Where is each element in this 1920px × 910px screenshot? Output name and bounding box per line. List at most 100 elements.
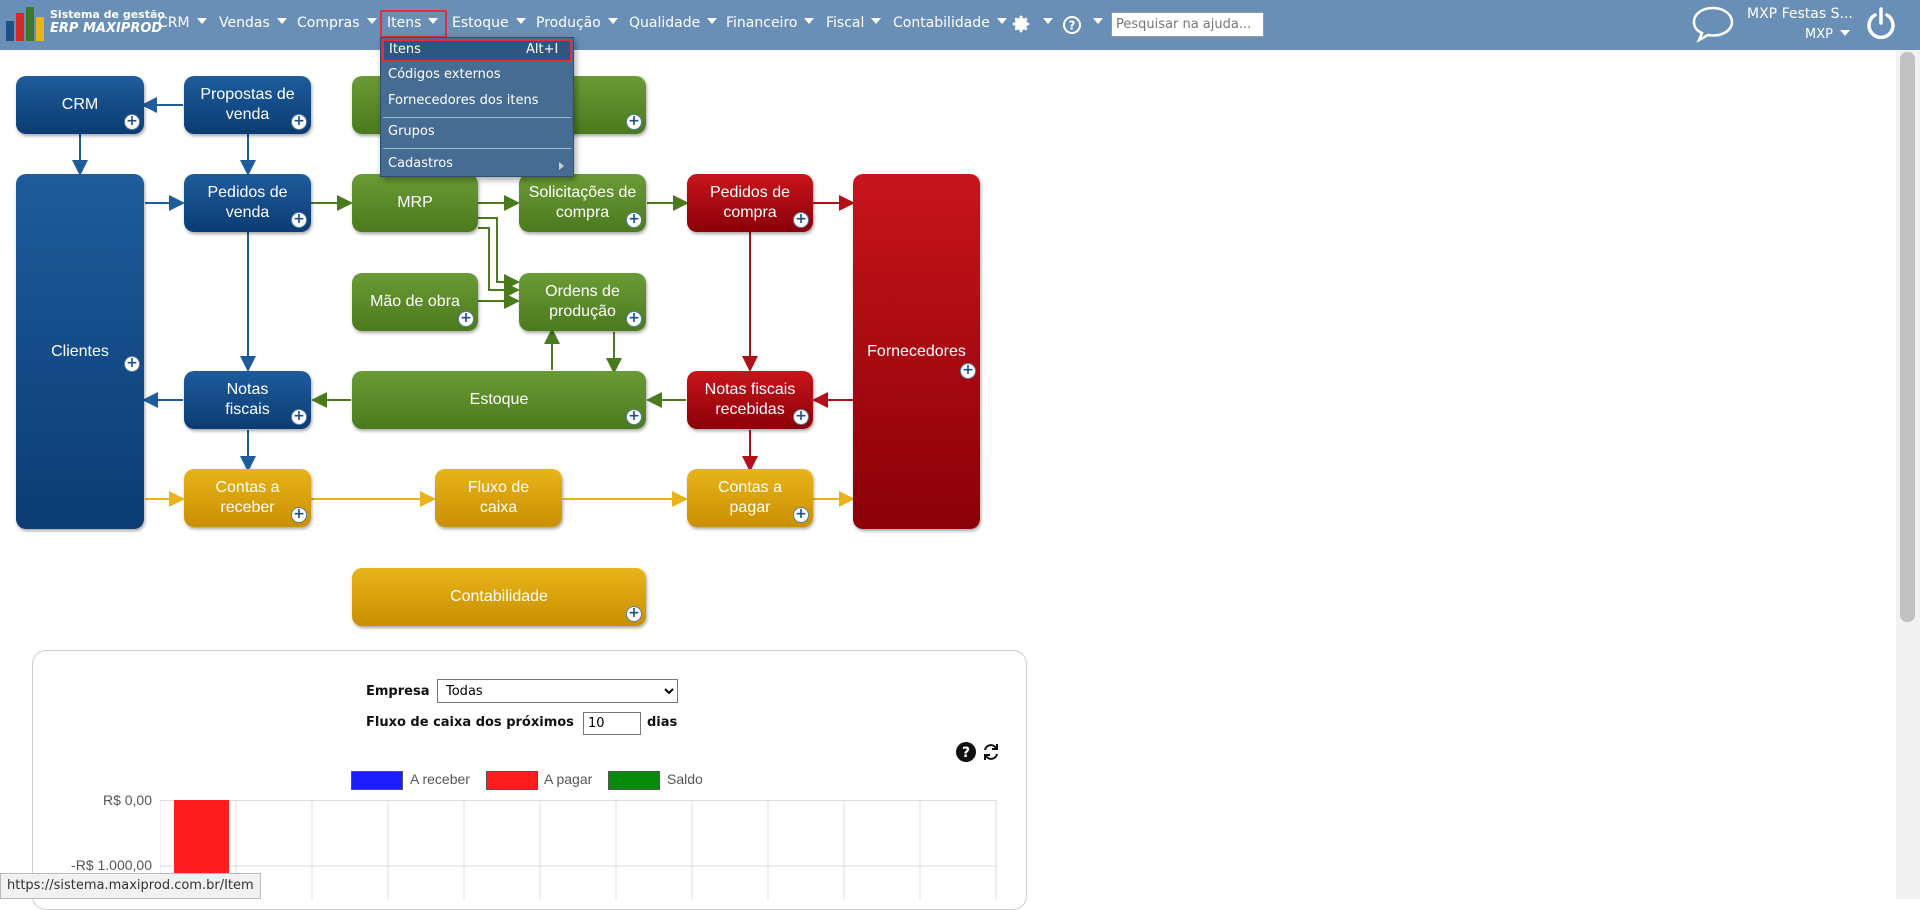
add-icon[interactable]: +	[291, 409, 307, 425]
flow-node-mrp[interactable]: MRP	[352, 174, 478, 232]
gear-icon[interactable]	[1010, 13, 1032, 35]
menu-compras[interactable]: Compras	[297, 15, 377, 31]
chevron-down-icon	[996, 18, 1007, 24]
add-icon[interactable]: +	[960, 363, 976, 379]
menu-vendas[interactable]: Vendas	[219, 15, 287, 31]
add-icon[interactable]: +	[793, 507, 809, 523]
chat-icon[interactable]	[1690, 4, 1736, 44]
dropdown-item-cadastros[interactable]: Cadastros	[388, 156, 453, 171]
settings-menu-caret[interactable]	[1036, 15, 1053, 31]
flow-node-pedidos-venda[interactable]: Pedidos de venda +	[184, 174, 311, 232]
menu-producao[interactable]: Produção	[536, 15, 618, 31]
flow-node-solicitacoes[interactable]: Solicitações de compra +	[519, 174, 646, 232]
dropdown-item-itens[interactable]: Itens Alt+I	[382, 39, 572, 62]
flow-node-ordens[interactable]: Ordens de produção +	[519, 273, 646, 331]
flow-node-label: Propostas de venda	[200, 86, 295, 123]
dropdown-separator	[383, 117, 571, 118]
flow-node-contas-receber[interactable]: Contas a receber +	[184, 469, 311, 527]
chevron-down-icon	[707, 18, 718, 24]
chevron-down-icon	[276, 18, 287, 24]
logo-subtitle: Sistema de gestão	[50, 8, 165, 21]
add-icon[interactable]: +	[626, 114, 642, 130]
flow-node-contas-pagar[interactable]: Contas a pagar +	[687, 469, 813, 527]
flow-node-label: Solicitações de compra	[528, 184, 637, 221]
add-icon[interactable]: +	[793, 409, 809, 425]
menu-estoque[interactable]: Estoque	[452, 15, 526, 31]
dropdown-item-label: Itens	[389, 42, 421, 57]
add-icon[interactable]: +	[291, 114, 307, 130]
logo-title: ERP MAXIPROD	[50, 21, 163, 36]
add-icon[interactable]: +	[458, 311, 474, 327]
flow-node-notas-fiscais[interactable]: Notas fiscais +	[184, 371, 311, 429]
flow-node-fornecedores[interactable]: Fornecedores +	[853, 174, 980, 529]
top-navigation-bar: Sistema de gestão ERP MAXIPROD CRM Venda…	[0, 0, 1920, 50]
menu-financeiro[interactable]: Financeiro	[726, 15, 815, 31]
flow-node-fluxo-caixa[interactable]: Fluxo de caixa	[435, 469, 562, 527]
fluxo-label: Fluxo de caixa dos próximos	[366, 715, 574, 730]
dias-label: dias	[647, 715, 678, 730]
help-icon[interactable]: ?	[955, 741, 977, 763]
flow-node-label: Notas fiscais	[225, 381, 270, 418]
legend-label-saldo: Saldo	[667, 771, 703, 787]
add-icon[interactable]: +	[626, 606, 642, 622]
flow-node-crm[interactable]: CRM +	[16, 76, 144, 134]
add-icon[interactable]: +	[793, 212, 809, 228]
y-tick-label: R$ 0,00	[102, 792, 152, 808]
flow-node-label: Contabilidade	[450, 588, 548, 605]
company-selector[interactable]: MXP	[1805, 27, 1850, 42]
flow-node-contabilidade[interactable]: Contabilidade +	[352, 568, 646, 626]
chevron-right-icon	[559, 162, 564, 170]
chevron-down-icon	[366, 18, 377, 24]
flow-node-label: Pedidos de compra	[709, 184, 791, 221]
flow-node-notas-recebidas[interactable]: Notas fiscais recebidas +	[687, 371, 813, 429]
flow-node-label: Contas a pagar	[717, 479, 783, 516]
add-icon[interactable]: +	[626, 212, 642, 228]
add-icon[interactable]: +	[124, 114, 140, 130]
dropdown-item-grupos[interactable]: Grupos	[388, 124, 435, 139]
user-name[interactable]: MXP Festas S...	[1747, 6, 1853, 22]
dropdown-item-fornecedores-itens[interactable]: Fornecedores dos itens	[388, 93, 538, 108]
add-icon[interactable]: +	[626, 409, 642, 425]
flow-node-label: Estoque	[469, 391, 529, 408]
chevron-down-icon	[428, 18, 439, 24]
menu-itens[interactable]: Itens	[387, 15, 439, 31]
flow-node-label: Pedidos de venda	[207, 184, 288, 221]
add-icon[interactable]: +	[124, 356, 140, 372]
add-icon[interactable]: +	[626, 311, 642, 327]
scrollbar-thumb[interactable]	[1900, 52, 1915, 622]
flow-node-propostas[interactable]: Propostas de venda +	[184, 76, 311, 134]
chevron-down-icon	[196, 18, 207, 24]
dropdown-separator	[383, 148, 571, 149]
chevron-down-icon	[607, 18, 618, 24]
help-search-input[interactable]	[1111, 12, 1264, 37]
legend-label-a-pagar: A pagar	[544, 771, 593, 787]
flow-node-label: Contas a receber	[215, 479, 280, 516]
menu-fiscal[interactable]: Fiscal	[826, 15, 882, 31]
dropdown-item-codigos-externos[interactable]: Códigos externos	[388, 67, 501, 82]
empresa-label: Empresa	[366, 684, 430, 699]
empresa-select[interactable]: Todas	[437, 679, 678, 703]
dias-input[interactable]	[583, 712, 641, 735]
flow-node-label: Notas fiscais recebidas	[704, 381, 796, 418]
chevron-down-icon	[515, 18, 526, 24]
add-icon[interactable]: +	[291, 507, 307, 523]
flow-node-pedidos-compra[interactable]: Pedidos de compra +	[687, 174, 813, 232]
help-icon[interactable]: ?	[1062, 15, 1082, 35]
menu-contabilidade[interactable]: Contabilidade	[893, 15, 1007, 31]
flow-node-clientes[interactable]: Clientes +	[16, 174, 144, 529]
help-menu-caret[interactable]	[1086, 15, 1103, 31]
flow-node-mao-obra[interactable]: Mão de obra +	[352, 273, 478, 331]
refresh-icon[interactable]	[981, 742, 1001, 762]
menu-qualidade[interactable]: Qualidade	[629, 15, 718, 31]
add-icon[interactable]: +	[291, 212, 307, 228]
flow-node-label: Fluxo de caixa	[467, 479, 530, 516]
legend-swatch-a-pagar	[486, 771, 538, 790]
flow-node-label: Mão de obra	[370, 293, 460, 310]
power-icon[interactable]	[1864, 6, 1898, 40]
flow-node-label: Ordens de produção	[545, 283, 620, 320]
legend-swatch-saldo	[608, 771, 660, 790]
flow-node-estoque[interactable]: Estoque +	[352, 371, 646, 429]
flow-node-label: CRM	[61, 96, 99, 113]
shortcut-label: Alt+I	[526, 42, 559, 57]
menu-crm[interactable]: CRM	[158, 15, 207, 31]
